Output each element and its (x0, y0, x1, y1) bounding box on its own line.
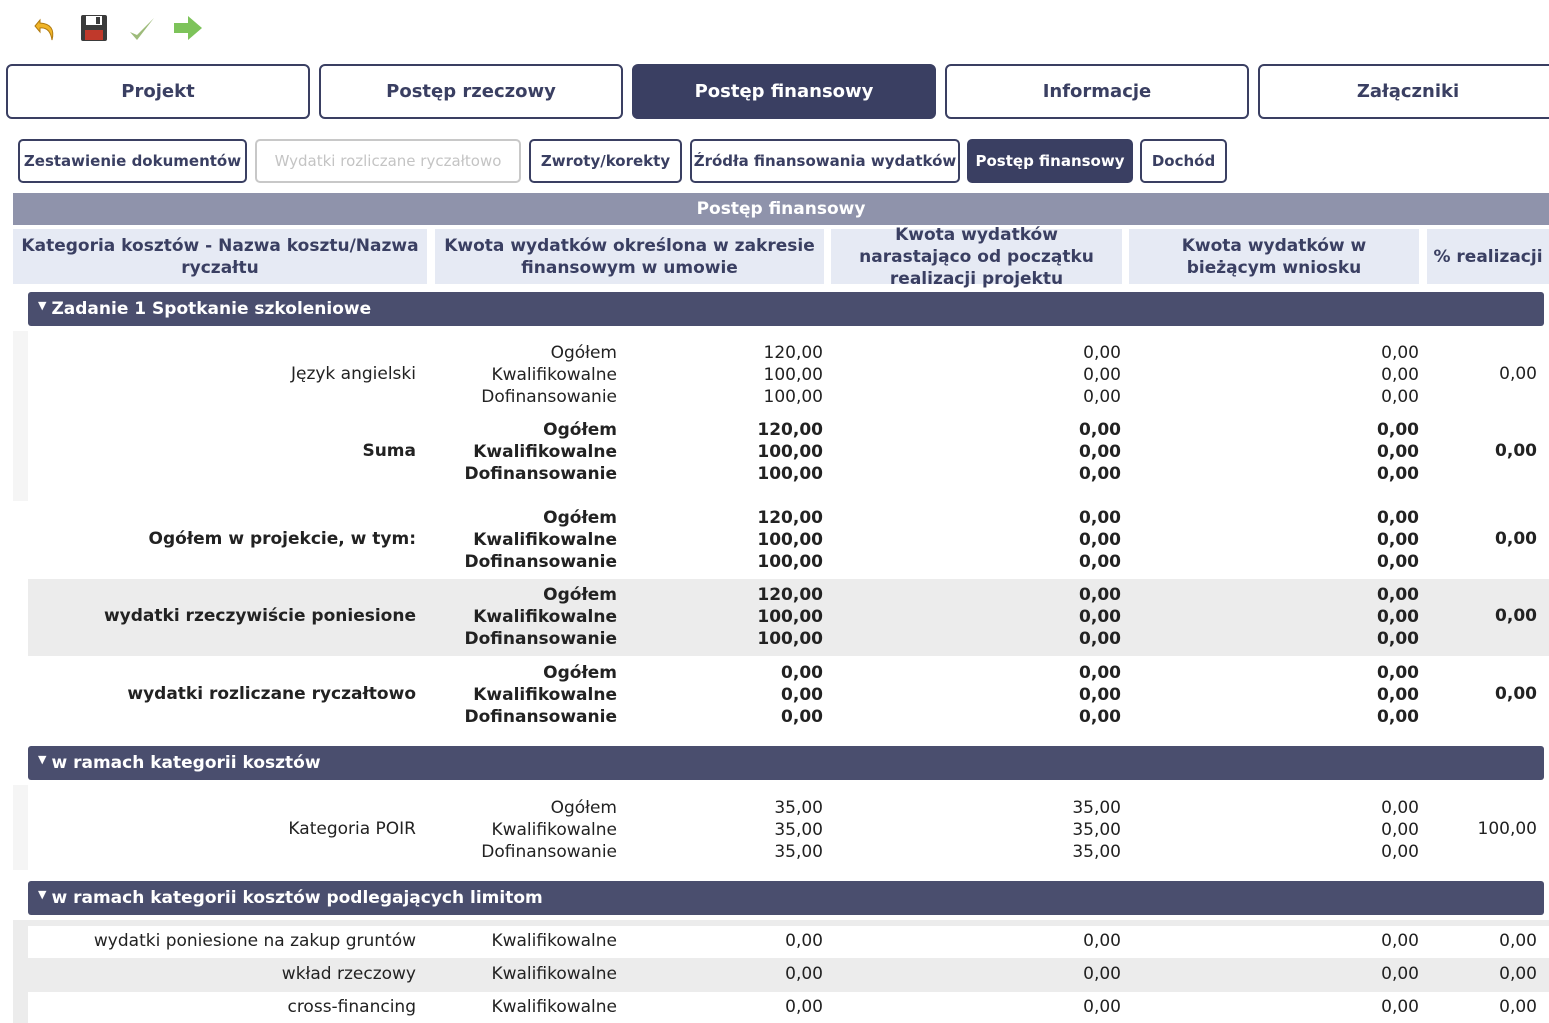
row-contract: 120,00 100,00 100,00 (763, 343, 823, 407)
row-contract: 120,00 100,00 100,00 (757, 585, 823, 649)
row-current: 0,00 (1381, 931, 1419, 951)
subtab-zrodla-finansowania[interactable]: Źródła finansowania wydatków (690, 139, 960, 183)
section-kategorie-kosztow[interactable]: ▼ w ramach kategorii kosztów (28, 746, 1544, 780)
collapse-triangle-icon[interactable]: ▼ (38, 753, 46, 766)
header-amount-contract: Kwota wydatków określona w zakresie fina… (435, 229, 824, 284)
section-title: Zadanie 1 Spotkanie szkoleniowe (51, 299, 372, 319)
row-label: wydatki rozliczane ryczałtowo (127, 684, 416, 704)
section-title: w ramach kategorii kosztów (51, 753, 321, 773)
row-cumulative: 0,00 (1083, 964, 1121, 984)
section-limity[interactable]: ▼ w ramach kategorii kosztów podlegający… (28, 881, 1544, 915)
collapse-triangle-icon[interactable]: ▼ (38, 299, 46, 312)
row-cumulative: 0,00 0,00 0,00 (1079, 585, 1121, 649)
tab-projekt[interactable]: Projekt (6, 64, 310, 119)
row-gutter (13, 331, 28, 501)
row-kinds: Ogółem Kwalifikowalne Dofinansowanie (464, 585, 617, 649)
row-cumulative: 0,00 0,00 0,00 (1079, 663, 1121, 727)
row-current: 0,00 0,00 0,00 (1377, 663, 1419, 727)
row-current: 0,00 0,00 0,00 (1381, 798, 1419, 862)
row-kind: Kwalifikowalne (491, 997, 617, 1017)
tab-zalaczniki[interactable]: Załączniki (1258, 64, 1549, 119)
row-cumulative: 0,00 0,00 0,00 (1083, 343, 1121, 407)
row-label: wydatki rzeczywiście poniesione (103, 606, 416, 626)
row-contract: 0,00 (785, 931, 823, 951)
row-cumulative: 0,00 (1083, 931, 1121, 951)
row-contract: 35,00 35,00 35,00 (774, 798, 823, 862)
row-cumulative: 35,00 35,00 35,00 (1072, 798, 1121, 862)
subtab-postep-finansowy[interactable]: Postęp finansowy (967, 139, 1133, 183)
tab-informacje[interactable]: Informacje (945, 64, 1249, 119)
row-label: Język angielski (290, 364, 416, 384)
subtab-zestawienie-dokumentow[interactable]: Zestawienie dokumentów (18, 139, 247, 183)
save-icon[interactable] (78, 12, 110, 44)
row-kinds: Ogółem Kwalifikowalne Dofinansowanie (464, 420, 617, 484)
row-label: wydatki poniesione na zakup gruntów (93, 931, 416, 951)
row-cumulative: 0,00 0,00 0,00 (1079, 508, 1121, 572)
row-cumulative: 0,00 (1083, 997, 1121, 1017)
tab-postep-rzeczowy[interactable]: Postęp rzeczowy (319, 64, 623, 119)
row-label: wkład rzeczowy (281, 964, 416, 984)
subtab-zwroty-korekty[interactable]: Zwroty/korekty (529, 139, 682, 183)
row-current: 0,00 0,00 0,00 (1377, 420, 1419, 484)
row-current: 0,00 (1381, 964, 1419, 984)
row-current: 0,00 (1381, 997, 1419, 1017)
row-label: Ogółem w projekcie, w tym: (148, 529, 416, 549)
row-pct: 100,00 (1477, 819, 1537, 839)
row-kind: Kwalifikowalne (491, 964, 617, 984)
header-amount-current: Kwota wydatków w bieżącym wniosku (1129, 229, 1419, 284)
row-current: 0,00 0,00 0,00 (1381, 343, 1419, 407)
forward-arrow-icon[interactable] (172, 12, 204, 44)
row-pct: 0,00 (1495, 606, 1537, 626)
subtab-wydatki-ryczaltowo: Wydatki rozliczane ryczałtowo (255, 139, 521, 183)
check-icon[interactable] (126, 12, 158, 44)
header-realization: % realizacji (1427, 229, 1549, 284)
header-amount-cumulative: Kwota wydatków narastająco od początku r… (831, 225, 1122, 289)
row-pct: 0,00 (1499, 364, 1537, 384)
row-contract: 0,00 (785, 997, 823, 1017)
header-category: Kategoria kosztów - Nazwa kosztu/Nazwa r… (13, 229, 427, 284)
subtab-dochod[interactable]: Dochód (1140, 139, 1227, 183)
row-pct: 0,00 (1495, 441, 1537, 461)
row-pct: 0,00 (1499, 931, 1537, 951)
row-contract: 0,00 0,00 0,00 (781, 663, 823, 727)
row-current: 0,00 0,00 0,00 (1377, 585, 1419, 649)
row-pct: 0,00 (1499, 964, 1537, 984)
row-contract: 120,00 100,00 100,00 (757, 508, 823, 572)
section-title: w ramach kategorii kosztów podlegających… (51, 888, 543, 908)
row-label: Suma (362, 441, 416, 461)
row-kinds: Ogółem Kwalifikowalne Dofinansowanie (481, 343, 617, 407)
row-contract: 120,00 100,00 100,00 (757, 420, 823, 484)
row-kinds: Ogółem Kwalifikowalne Dofinansowanie (481, 798, 617, 862)
row-label: Kategoria POIR (288, 819, 416, 839)
row-contract: 0,00 (785, 964, 823, 984)
collapse-triangle-icon[interactable]: ▼ (38, 888, 46, 901)
row-pct: 0,00 (1495, 684, 1537, 704)
row-gutter (13, 785, 28, 870)
row-pct: 0,00 (1495, 529, 1537, 549)
row-cumulative: 0,00 0,00 0,00 (1079, 420, 1121, 484)
undo-icon[interactable] (32, 12, 64, 44)
row-current: 0,00 0,00 0,00 (1377, 508, 1419, 572)
row-pct: 0,00 (1499, 997, 1537, 1017)
row-label: cross-financing (287, 997, 416, 1017)
tab-postep-finansowy[interactable]: Postęp finansowy (632, 64, 936, 119)
section-zadanie-1[interactable]: ▼ Zadanie 1 Spotkanie szkoleniowe (28, 292, 1544, 326)
row-kind: Kwalifikowalne (491, 931, 617, 951)
row-kinds: Ogółem Kwalifikowalne Dofinansowanie (464, 508, 617, 572)
table-title: Postęp finansowy (13, 193, 1549, 225)
row-kinds: Ogółem Kwalifikowalne Dofinansowanie (464, 663, 617, 727)
